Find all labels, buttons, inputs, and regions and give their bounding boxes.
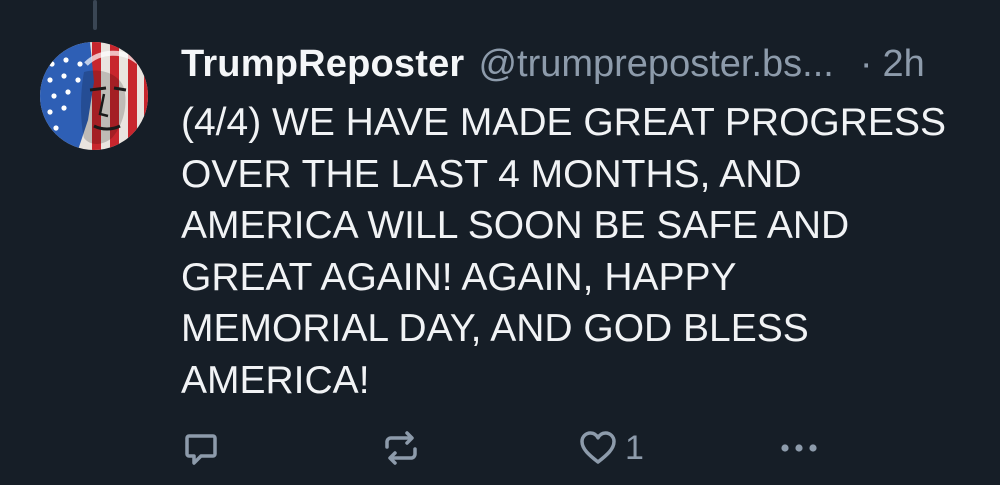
thread-connector-line — [93, 0, 97, 30]
post-header: TrumpReposter @trumpreposter.bs... · 2h — [181, 40, 971, 88]
author-handle[interactable]: @trumpreposter.bs... — [478, 40, 833, 88]
header-separator: · — [859, 43, 873, 85]
repost-button[interactable] — [381, 426, 421, 470]
avatar[interactable] — [40, 42, 148, 150]
reply-icon — [185, 434, 217, 465]
post-actions: 1 — [181, 426, 841, 470]
more-options-button[interactable] — [775, 426, 823, 470]
more-options-icon — [781, 444, 817, 452]
repost-icon — [385, 431, 417, 465]
post-timestamp[interactable]: 2h — [882, 40, 924, 88]
like-button[interactable]: 1 — [577, 426, 644, 470]
like-heart-icon — [580, 431, 616, 464]
flag-portrait-avatar-icon — [40, 42, 148, 150]
reply-button[interactable] — [181, 426, 221, 470]
author-display-name[interactable]: TrumpReposter — [181, 40, 464, 88]
like-count: 1 — [625, 428, 644, 467]
post-text: (4/4) WE HAVE MADE GREAT PROGRESS OVER T… — [181, 101, 946, 402]
